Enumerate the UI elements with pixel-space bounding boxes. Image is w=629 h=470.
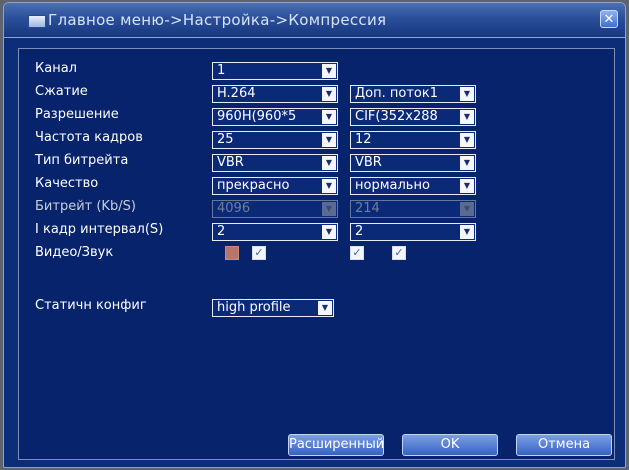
advanced-button[interactable]: Расширенный — [288, 434, 384, 456]
dropdown-arrow-icon: ▼ — [322, 179, 336, 193]
main-bitrate-type-select[interactable]: VBR ▼ — [212, 154, 338, 172]
title-bar[interactable]: Главное меню->Настройка->Компрессия ✕ — [4, 3, 625, 38]
extra-bitrate-select: 214 ▼ — [350, 200, 476, 218]
static-config-value: high profile — [217, 300, 291, 315]
extra-bitrate-value: 214 — [355, 201, 380, 216]
resolution-label: Разрешение — [35, 107, 119, 122]
extra-bitrate-type-value: VBR — [355, 155, 382, 170]
extra-quality-value: нормально — [355, 178, 430, 193]
extra-frame-rate-select[interactable]: 12 ▼ — [350, 131, 476, 149]
dropdown-arrow-icon: ▼ — [460, 202, 474, 216]
window-icon — [28, 15, 46, 28]
dropdown-arrow-icon: ▼ — [460, 225, 474, 239]
main-frame-rate-select[interactable]: 25 ▼ — [212, 131, 338, 149]
main-compression-value: H.264 — [217, 86, 256, 101]
main-bitrate-select: 4096 ▼ — [212, 200, 338, 218]
dropdown-arrow-icon: ▼ — [460, 87, 474, 101]
dropdown-arrow-icon: ▼ — [322, 202, 336, 216]
dropdown-arrow-icon: ▼ — [460, 179, 474, 193]
extra-frame-rate-value: 12 — [355, 132, 372, 147]
main-resolution-select[interactable]: 960H(960*5 ▼ — [212, 108, 338, 126]
extra-stream-select[interactable]: Доп. поток1 ▼ — [350, 85, 476, 103]
dropdown-arrow-icon: ▼ — [318, 301, 332, 315]
channel-label: Канал — [35, 61, 77, 76]
iframe-interval-label: I кадр интервал(S) — [35, 222, 164, 237]
dropdown-arrow-icon: ▼ — [322, 110, 336, 124]
ok-button[interactable]: OK — [402, 434, 498, 456]
window-title: Главное меню->Настройка->Компрессия — [48, 11, 387, 29]
dropdown-arrow-icon: ▼ — [460, 133, 474, 147]
bitrate-type-label: Тип битрейта — [35, 153, 129, 168]
extra-stream-value: Доп. поток1 — [355, 86, 438, 101]
extra-bitrate-type-select[interactable]: VBR ▼ — [350, 154, 476, 172]
frame-rate-label: Частота кадров — [35, 130, 143, 145]
extra-iframe-interval-select[interactable]: 2 ▼ — [350, 223, 476, 241]
main-bitrate-value: 4096 — [217, 201, 251, 216]
static-config-select[interactable]: high profile ▼ — [212, 299, 334, 317]
quality-label: Качество — [35, 176, 99, 191]
dropdown-arrow-icon: ▼ — [322, 133, 336, 147]
main-resolution-value: 960H(960*5 — [217, 109, 297, 124]
main-iframe-interval-value: 2 — [217, 224, 226, 239]
dropdown-arrow-icon: ▼ — [460, 156, 474, 170]
main-video-checkbox[interactable] — [225, 246, 239, 260]
dropdown-arrow-icon: ▼ — [322, 64, 336, 78]
settings-panel: Канал Сжатие Разрешение Частота кадров Т… — [18, 48, 615, 460]
cancel-button[interactable]: Отмена — [516, 434, 612, 456]
dropdown-arrow-icon: ▼ — [322, 225, 336, 239]
video-audio-label: Видео/Звук — [35, 245, 114, 260]
main-quality-select[interactable]: прекрасно ▼ — [212, 177, 338, 195]
extra-resolution-value: CIF(352x288 — [355, 109, 438, 124]
channel-value: 1 — [217, 63, 226, 78]
extra-quality-select[interactable]: нормально ▼ — [350, 177, 476, 195]
dropdown-arrow-icon: ▼ — [322, 87, 336, 101]
extra-resolution-select[interactable]: CIF(352x288 ▼ — [350, 108, 476, 126]
static-config-label: Статичн конфиг — [35, 298, 147, 313]
main-quality-value: прекрасно — [217, 178, 290, 193]
main-frame-rate-value: 25 — [217, 132, 234, 147]
main-bitrate-type-value: VBR — [217, 155, 244, 170]
extra-iframe-interval-value: 2 — [355, 224, 364, 239]
main-audio-checkbox[interactable]: ✓ — [252, 246, 266, 260]
dropdown-arrow-icon: ▼ — [460, 110, 474, 124]
channel-select[interactable]: 1 ▼ — [212, 62, 338, 80]
main-compression-select[interactable]: H.264 ▼ — [212, 85, 338, 103]
extra-audio-checkbox[interactable]: ✓ — [392, 246, 406, 260]
dropdown-arrow-icon: ▼ — [322, 156, 336, 170]
main-iframe-interval-select[interactable]: 2 ▼ — [212, 223, 338, 241]
compression-label: Сжатие — [35, 84, 88, 99]
bitrate-label: Битрейт (Kb/S) — [35, 199, 136, 214]
close-button[interactable]: ✕ — [600, 10, 618, 28]
extra-video-checkbox[interactable]: ✓ — [350, 246, 364, 260]
compression-dialog: Главное меню->Настройка->Компрессия ✕ Ка… — [3, 2, 626, 468]
